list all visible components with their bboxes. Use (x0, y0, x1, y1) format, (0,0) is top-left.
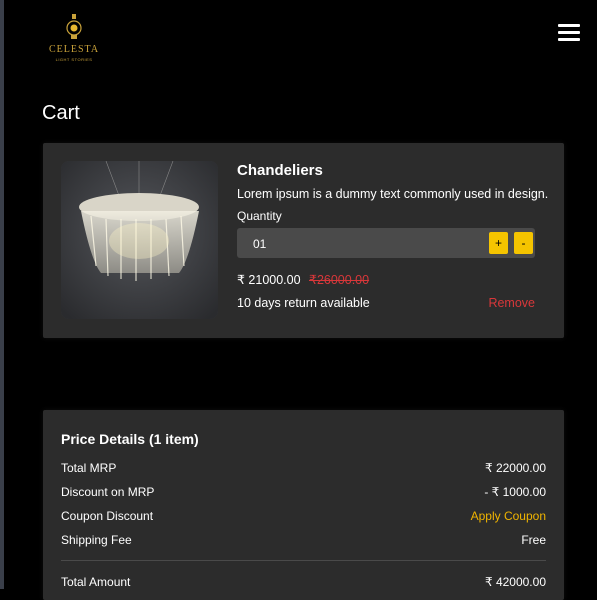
cart-item-card: Chandeliers Lorem ipsum is a dummy text … (43, 143, 564, 338)
quantity-value[interactable]: 01 (253, 237, 266, 251)
total-amount-value: ₹ 42000.00 (484, 575, 546, 589)
menu-bar (558, 38, 580, 41)
decrease-quantity-button[interactable]: - (514, 232, 533, 254)
remove-button[interactable]: Remove (488, 296, 535, 310)
menu-bar (558, 31, 580, 34)
divider (61, 560, 546, 561)
page-title: Cart (42, 102, 80, 124)
price-row-label: Total MRP (61, 461, 117, 475)
price-row-label: Shipping Fee (61, 533, 132, 547)
brand-tagline: LIGHT STORIES (55, 57, 93, 62)
product-image[interactable] (61, 161, 218, 319)
price-row-value: - ₹ 1000.00 (484, 485, 546, 499)
return-policy: 10 days return available (237, 296, 370, 310)
left-edge-strip (0, 0, 4, 589)
product-title: Chandeliers (237, 162, 323, 179)
original-price: ₹26000.00 (309, 273, 370, 287)
total-amount-label: Total Amount (61, 575, 131, 589)
price-details-card: Price Details (1 item) Total MRP ₹ 22000… (43, 410, 564, 600)
hamburger-menu-icon[interactable] (558, 24, 580, 44)
current-price: ₹ 21000.00 (237, 273, 301, 287)
chandelier-image (61, 161, 218, 319)
price-row-label: Coupon Discount (61, 509, 154, 523)
bulb-icon (66, 14, 82, 39)
brand-logo[interactable]: CELESTA LIGHT STORIES (44, 14, 104, 66)
price-row-value: Free (521, 533, 546, 547)
quantity-label: Quantity (237, 209, 282, 223)
quantity-stepper[interactable]: 01 + - (237, 228, 535, 258)
price-row-value: ₹ 22000.00 (484, 461, 546, 475)
menu-bar (558, 24, 580, 27)
price-details-title: Price Details (1 item) (61, 431, 199, 447)
brand-name: CELESTA (48, 44, 100, 55)
price-row-label: Discount on MRP (61, 485, 155, 499)
apply-coupon-link[interactable]: Apply Coupon (471, 509, 546, 523)
product-description: Lorem ipsum is a dummy text commonly use… (237, 187, 549, 201)
increase-quantity-button[interactable]: + (489, 232, 508, 254)
